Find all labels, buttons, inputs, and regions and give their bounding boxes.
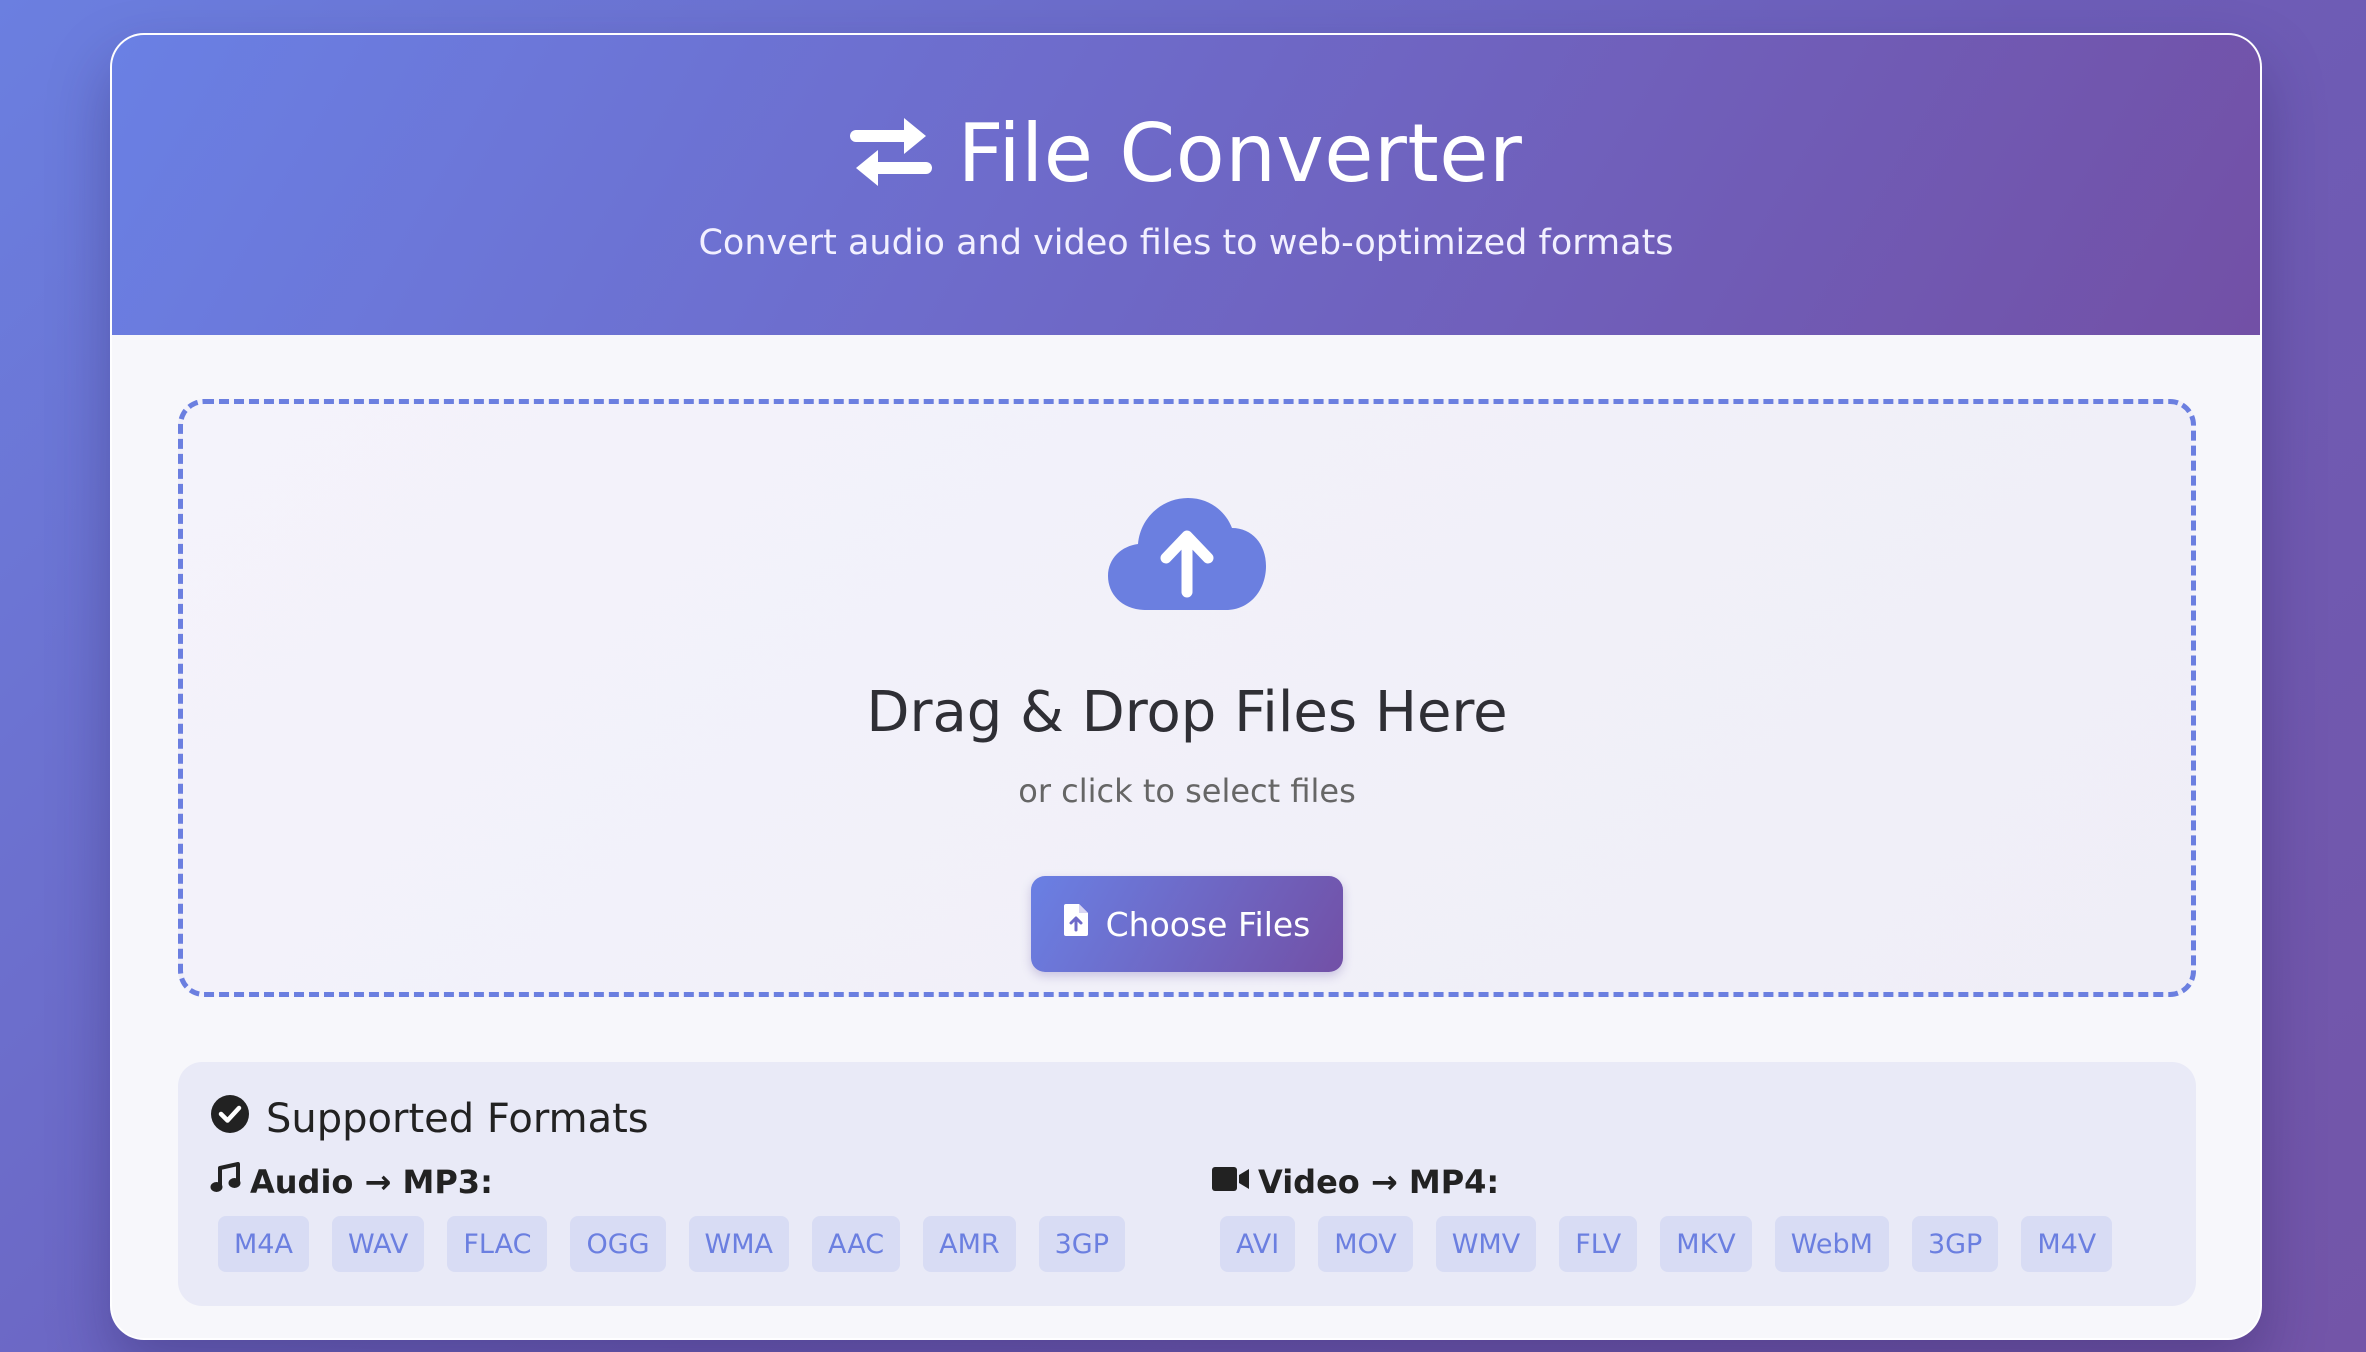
file-upload-icon xyxy=(1063,904,1088,944)
exchange-arrows-icon xyxy=(849,112,932,196)
audio-group-title: Audio → MP3: xyxy=(250,1163,493,1201)
format-tag-3gp-video: 3GP xyxy=(1911,1216,1999,1272)
video-format-group: Video → MP4: AVI MOV WMV FLV MKV WebM 3G… xyxy=(1212,1162,2113,1272)
format-tag-wma: WMA xyxy=(688,1216,790,1272)
supported-formats-title: Supported Formats xyxy=(266,1096,649,1142)
format-tag-wmv: WMV xyxy=(1435,1216,1537,1272)
format-tag-webm: WebM xyxy=(1774,1216,1889,1272)
video-tag-list: AVI MOV WMV FLV MKV WebM 3GP M4V xyxy=(1220,1216,2113,1272)
format-tag-mkv: MKV xyxy=(1660,1216,1752,1272)
format-tag-flac: FLAC xyxy=(447,1216,548,1272)
choose-files-button[interactable]: Choose Files xyxy=(1031,876,1343,972)
page-title: File Converter xyxy=(957,107,1523,200)
audio-tag-list: M4A WAV FLAC OGG WMA AAC AMR 3GP xyxy=(218,1216,1126,1272)
audio-format-group: Audio → MP3: M4A WAV FLAC OGG WMA AAC AM… xyxy=(210,1162,1126,1272)
dropzone-subtitle: or click to select files xyxy=(1018,772,1356,810)
format-tag-m4v: M4V xyxy=(2021,1216,2113,1272)
dropzone-title: Drag & Drop Files Here xyxy=(866,680,1508,745)
converter-card: File Converter Convert audio and video f… xyxy=(110,33,2262,1340)
format-tag-avi: AVI xyxy=(1220,1216,1296,1272)
format-tag-amr: AMR xyxy=(923,1216,1016,1272)
video-group-title: Video → MP4: xyxy=(1258,1163,1500,1201)
music-note-icon xyxy=(210,1162,242,1202)
format-tag-3gp-audio: 3GP xyxy=(1038,1216,1126,1272)
video-group-label: Video → MP4: xyxy=(1212,1162,2112,1202)
file-dropzone[interactable]: Drag & Drop Files Here or click to selec… xyxy=(178,399,2196,997)
title-row: File Converter xyxy=(112,107,2260,200)
check-circle-icon xyxy=(210,1094,250,1144)
format-tag-wav: WAV xyxy=(331,1216,425,1272)
audio-group-label: Audio → MP3: xyxy=(210,1162,1125,1202)
format-tag-m4a: M4A xyxy=(218,1216,309,1272)
format-tag-flv: FLV xyxy=(1559,1216,1638,1272)
video-camera-icon xyxy=(1212,1163,1250,1201)
page-subtitle: Convert audio and video files to web-opt… xyxy=(698,223,1674,263)
format-tag-mov: MOV xyxy=(1318,1216,1413,1272)
app-header: File Converter Convert audio and video f… xyxy=(112,35,2260,335)
format-tag-aac: AAC xyxy=(812,1216,901,1272)
format-tag-ogg: OGG xyxy=(570,1216,666,1272)
cloud-upload-icon xyxy=(1106,496,1268,616)
choose-files-label: Choose Files xyxy=(1105,904,1311,944)
supported-formats-heading: Supported Formats xyxy=(210,1094,649,1144)
supported-formats-panel: Supported Formats Audio → MP3: M4A WAV F… xyxy=(178,1062,2196,1306)
